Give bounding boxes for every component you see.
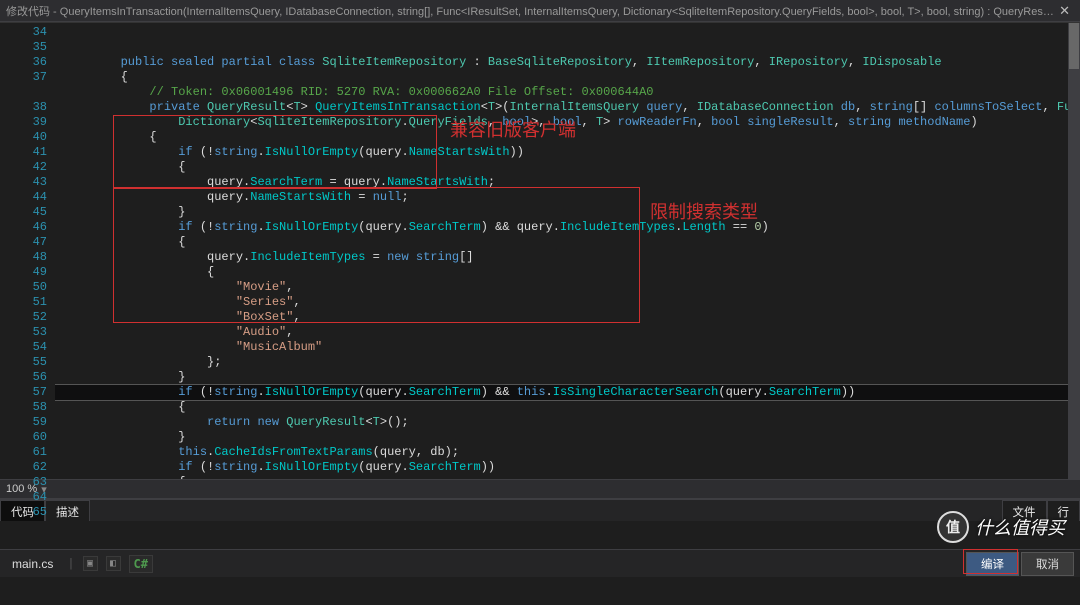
line-number-gutter: 3435363738394041424344454647484950515253…	[0, 23, 55, 479]
vertical-scrollbar[interactable]	[1068, 23, 1080, 479]
code-line[interactable]: {	[55, 400, 1080, 415]
lower-panel: 值 什么值得买 main.cs | ▣ ◧ C# 编译 取消	[0, 521, 1080, 577]
close-icon[interactable]: ✕	[1055, 3, 1074, 19]
code-line[interactable]: if (!string.IsNullOrEmpty(query.SearchTe…	[55, 220, 1080, 235]
status-bar: main.cs | ▣ ◧ C# 编译 取消	[0, 549, 1080, 577]
code-line[interactable]: "Audio",	[55, 325, 1080, 340]
cancel-button[interactable]: 取消	[1021, 552, 1074, 576]
code-line[interactable]: "Movie",	[55, 280, 1080, 295]
code-line[interactable]: {	[55, 475, 1080, 479]
code-line[interactable]: };	[55, 355, 1080, 370]
code-line[interactable]: {	[55, 130, 1080, 145]
code-line[interactable]: "MusicAlbum"	[55, 340, 1080, 355]
watermark: 值 什么值得买	[937, 511, 1065, 543]
code-line[interactable]: Dictionary<SqliteItemRepository.QueryFie…	[55, 115, 1080, 130]
code-line[interactable]: {	[55, 160, 1080, 175]
code-line[interactable]: {	[55, 235, 1080, 250]
watermark-icon: 值	[937, 511, 969, 543]
title-bar: 修改代码 - QueryItemsInTransaction(InternalI…	[0, 0, 1080, 22]
language-badge[interactable]: C#	[129, 555, 153, 573]
code-line[interactable]: if (!string.IsNullOrEmpty(query.SearchTe…	[55, 460, 1080, 475]
code-line[interactable]: public sealed partial class SqliteItemRe…	[55, 55, 1080, 70]
window-title: 修改代码 - QueryItemsInTransaction(InternalI…	[6, 3, 1055, 19]
code-line[interactable]: return new QueryResult<T>();	[55, 415, 1080, 430]
watermark-text: 什么值得买	[975, 514, 1065, 540]
code-line[interactable]: query.SearchTerm = query.NameStartsWith;	[55, 175, 1080, 190]
terminal-icon[interactable]: ▣	[83, 556, 98, 571]
code-line[interactable]: private QueryResult<T> QueryItemsInTrans…	[55, 100, 1080, 115]
code-line[interactable]: if (!string.IsNullOrEmpty(query.NameStar…	[55, 145, 1080, 160]
code-line[interactable]: {	[55, 265, 1080, 280]
code-line[interactable]: if (!string.IsNullOrEmpty(query.SearchTe…	[55, 385, 1080, 400]
code-line[interactable]: // Token: 0x06001496 RID: 5270 RVA: 0x00…	[55, 85, 1080, 100]
code-line[interactable]: query.NameStartsWith = null;	[55, 190, 1080, 205]
bottom-tabs: 代码描述 文件行	[0, 499, 1080, 521]
code-line[interactable]: "Series",	[55, 295, 1080, 310]
sidebar-icon[interactable]: ◧	[106, 556, 121, 571]
code-editor: 3435363738394041424344454647484950515253…	[0, 22, 1080, 479]
code-line[interactable]: query.IncludeItemTypes = new string[]	[55, 250, 1080, 265]
zoom-bar: 100 % ▾	[0, 479, 1080, 499]
code-line[interactable]: "BoxSet",	[55, 310, 1080, 325]
scrollbar-thumb[interactable]	[1069, 23, 1079, 69]
code-line[interactable]: this.CacheIdsFromTextParams(query, db);	[55, 445, 1080, 460]
code-line[interactable]: }	[55, 205, 1080, 220]
code-area[interactable]: public sealed partial class SqliteItemRe…	[55, 23, 1080, 479]
code-line[interactable]: }	[55, 370, 1080, 385]
compile-button[interactable]: 编译	[966, 552, 1019, 576]
code-line[interactable]: {	[55, 70, 1080, 85]
status-filename: main.cs	[6, 555, 59, 573]
tab-描述[interactable]: 描述	[45, 500, 90, 523]
code-line[interactable]: }	[55, 430, 1080, 445]
